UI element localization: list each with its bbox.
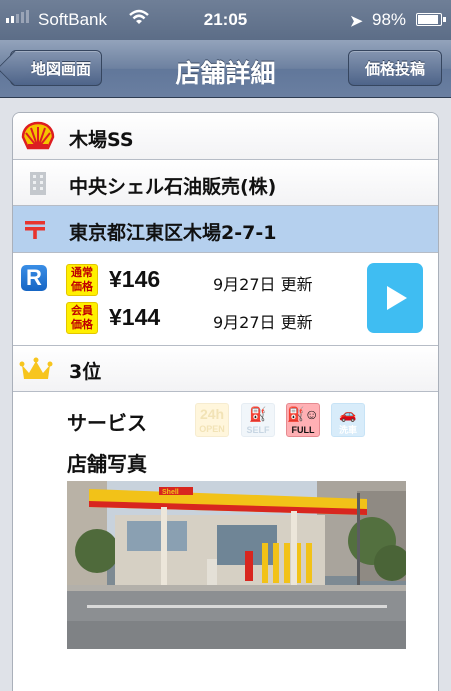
regular-fuel-icon: R — [21, 265, 47, 291]
company-row: 中央シェル石油販売(株) — [13, 160, 438, 206]
services-label: サービス — [67, 411, 147, 435]
store-photo-image: Shell — [67, 481, 406, 649]
station-name-row: 木場SS — [13, 113, 438, 160]
play-button[interactable] — [367, 263, 423, 333]
battery-icon — [416, 13, 446, 26]
svg-text:Shell: Shell — [162, 489, 179, 496]
member-price-updated: 9月27日 更新 — [213, 313, 313, 332]
member-price: ¥144 — [109, 304, 161, 330]
self-service-icon: ⛽ SELF — [241, 403, 275, 437]
battery-percent: 98% — [372, 10, 407, 29]
ranking-row: 3位 — [13, 346, 438, 392]
station-name: 木場SS — [69, 129, 134, 151]
navigation-bar: 地図画面 店舗詳細 価格投稿 — [0, 40, 451, 98]
shell-logo-icon — [21, 121, 55, 150]
member-price-badge: 会員 価格 — [66, 302, 98, 334]
address-text: 東京都江東区木場2-7-1 — [69, 222, 277, 244]
status-bar: SoftBank 21:05 ➤ 98% — [0, 0, 451, 40]
store-photo[interactable]: Shell — [67, 481, 406, 649]
ranking-text: 3位 — [69, 361, 102, 383]
price-row: R 通常 価格 ¥146 9月27日 更新 会員 価格 ¥144 9月27日 更新 — [13, 253, 438, 346]
building-icon — [30, 172, 46, 195]
store-photo-label: 店舗写真 — [67, 452, 147, 476]
postal-mark-icon — [25, 221, 45, 239]
full-service-icon: ⛽☺ FULL — [286, 403, 320, 437]
location-arrow-icon: ➤ — [350, 13, 363, 30]
station-detail-card: 木場SS 中央シェル石油販売(株) 東京都江東区木場2-7-1 R 通常 価格 ¥… — [12, 112, 439, 691]
company-name: 中央シェル石油販売(株) — [69, 176, 277, 198]
regular-price-updated: 9月27日 更新 — [213, 275, 313, 294]
regular-price-badge: 通常 価格 — [66, 264, 98, 296]
car-wash-icon: 🚗 洗車 — [331, 403, 365, 437]
crown-icon — [19, 357, 53, 379]
post-price-button[interactable]: 価格投稿 — [348, 50, 442, 86]
open-24h-icon: 24h OPEN — [195, 403, 229, 437]
address-row[interactable]: 東京都江東区木場2-7-1 — [13, 206, 438, 253]
regular-price: ¥146 — [109, 266, 161, 292]
